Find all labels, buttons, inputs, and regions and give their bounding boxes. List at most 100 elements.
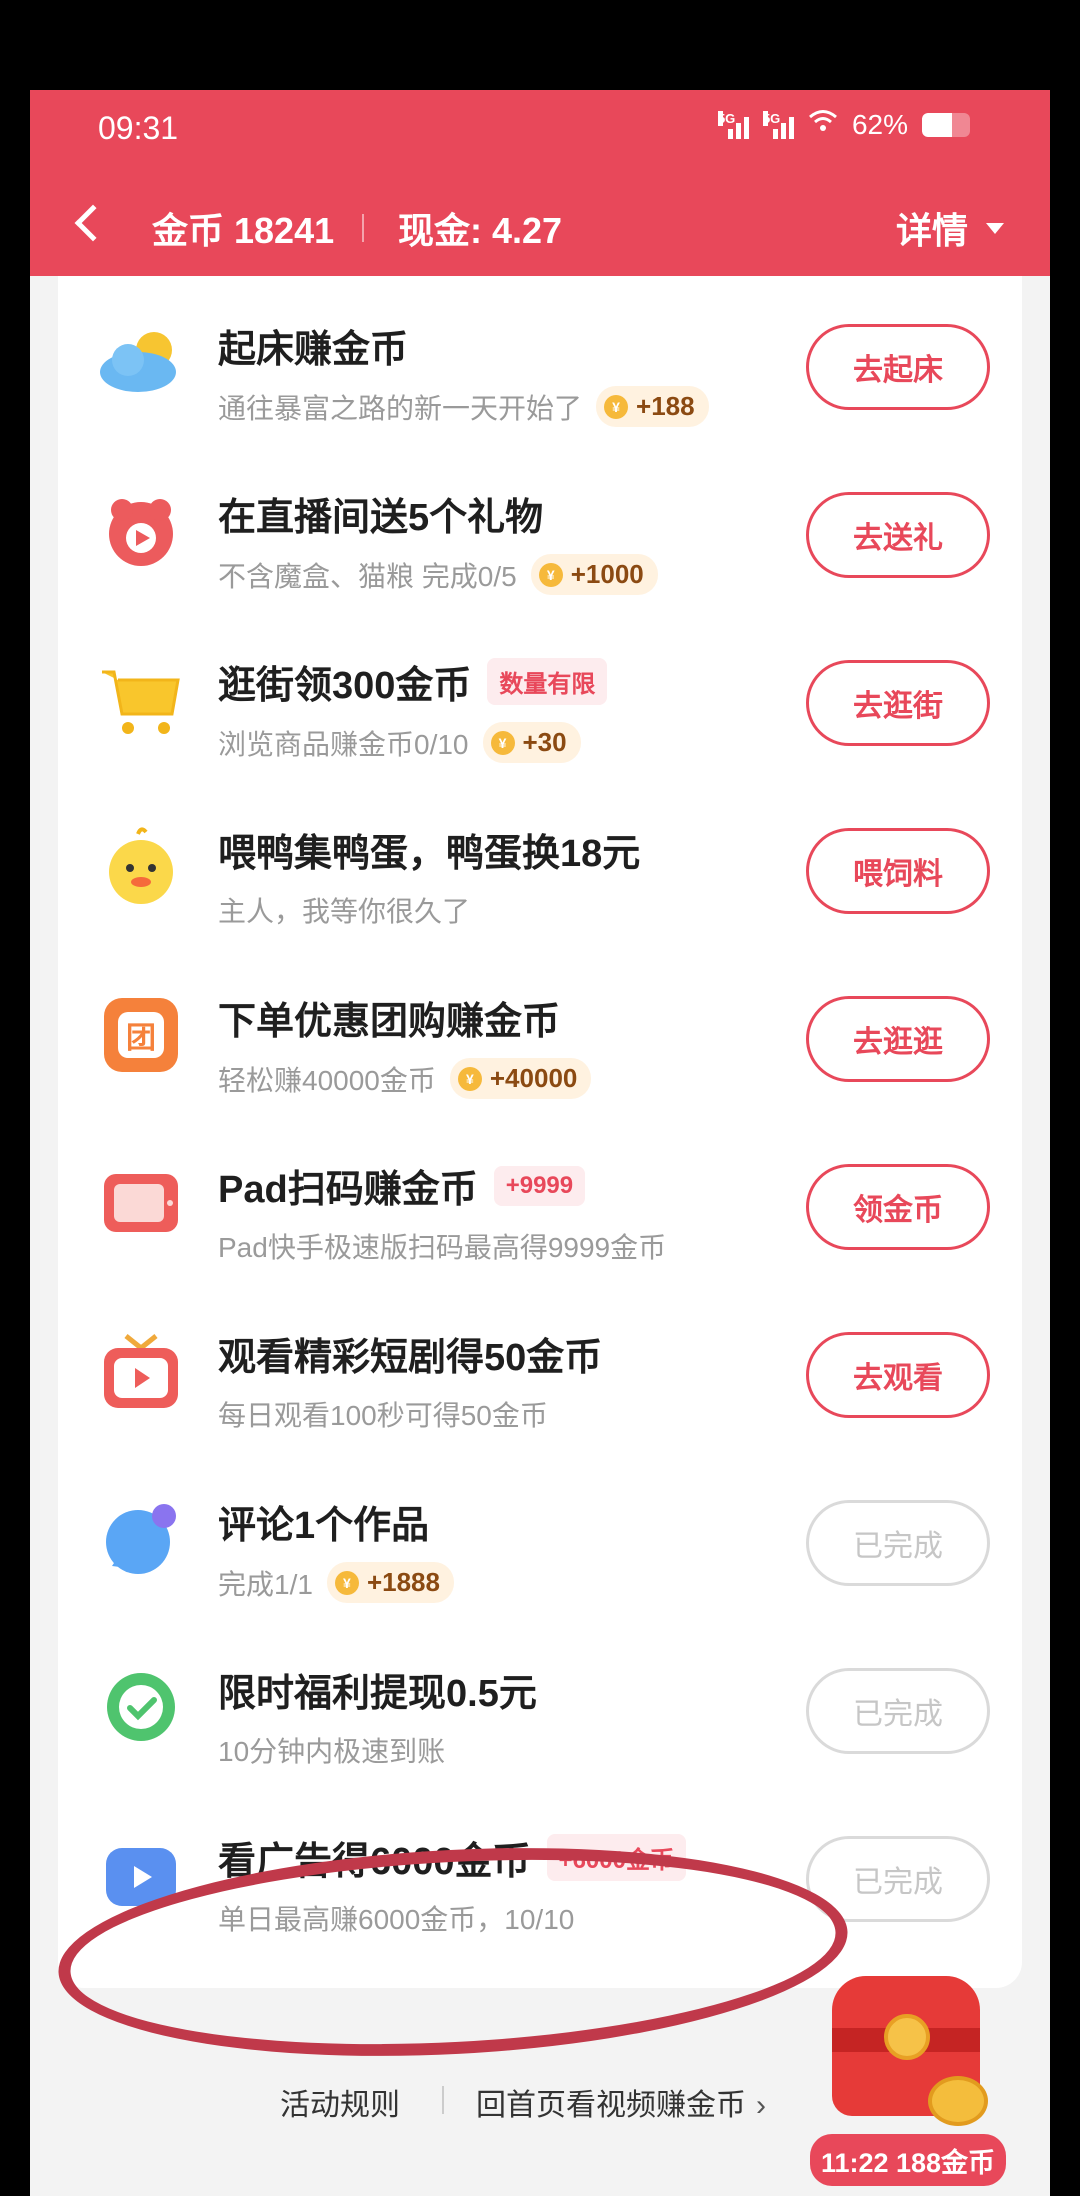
comment-bubble-icon [98, 1496, 184, 1582]
task-item: 观看精彩短剧得50金币每日观看100秒可得50金币 去观看 [58, 1284, 1022, 1452]
chest-countdown-label: 11:22 188金币 [810, 2134, 1006, 2186]
task-list: 起床赚金币 通往暴富之路的新一天开始了 ¥ +188 去起床 在直播间送5个礼物 不含魔盒、… [58, 276, 1022, 1988]
task-subtitle-row: 10分钟内极速到账 [218, 1730, 445, 1770]
task-item: 逛街领300金币 数量有限 浏览商品赚金币0/10 ¥ +30 去逛街 [58, 612, 1022, 780]
back-arrow-icon[interactable] [74, 204, 112, 242]
group-buy-icon: 团 [98, 992, 184, 1078]
top-nav: 金币 18241 现金: 4.27 详情 [30, 180, 1050, 276]
shopping-cart-icon [98, 656, 184, 742]
task-title-row: 观看精彩短剧得50金币 [218, 1326, 602, 1381]
reward-amount: +188 [636, 391, 695, 421]
task-subtitle: 10分钟内极速到账 [218, 1736, 446, 1767]
task-title: 逛街领300金币 [218, 665, 472, 707]
status-time: 09:31 [98, 110, 179, 146]
task-subtitle-row: Pad快手极速版扫码最高得9999金币 [218, 1226, 666, 1266]
video-ad-icon [98, 1832, 184, 1918]
task-subtitle: 主人，我等你很久了 [218, 896, 471, 927]
cash-balance: 现金: 4.27 [398, 210, 563, 251]
task-item: 团 下单优惠团购赚金币轻松赚40000金币 ¥ +40000 去逛逛 [58, 948, 1022, 1116]
task-subtitle: Pad快手极速版扫码最高得9999金币 [218, 1232, 667, 1263]
task-action-button[interactable]: 去送礼 [806, 492, 990, 578]
chevron-right-icon: › [756, 2089, 766, 2122]
task-title: 评论1个作品 [218, 1505, 430, 1547]
coin-icon: ¥ [457, 1066, 482, 1091]
coin-icon: ¥ [334, 1570, 359, 1595]
task-subtitle-row: 主人，我等你很久了 [218, 890, 470, 930]
task-title: 观看精彩短剧得50金币 [218, 1337, 603, 1379]
task-item: Pad扫码赚金币 +9999 Pad快手极速版扫码最高得9999金币 领金币 [58, 1116, 1022, 1284]
task-title-row: 限时福利提现0.5元 [218, 1662, 537, 1717]
reward-amount: +1000 [570, 559, 644, 589]
task-title: 在直播间送5个礼物 [218, 497, 544, 539]
coin-icon: ¥ [490, 730, 515, 755]
coin-stack-icon [928, 2076, 988, 2126]
task-action-button[interactable]: 已完成 [806, 1500, 990, 1586]
task-title: 限时福利提现0.5元 [218, 1673, 537, 1715]
coin-balance: 金币 18241 [152, 210, 335, 251]
coin-icon: ¥ [538, 562, 563, 587]
withdraw-check-icon [98, 1664, 184, 1750]
task-subtitle-row: 浏览商品赚金币0/10 ¥ +30 [218, 722, 581, 763]
home-video-link[interactable]: 回首页看视频赚金币 › [476, 2080, 766, 2124]
task-item: 限时福利提现0.5元 10分钟内极速到账 已完成 [58, 1620, 1022, 1788]
task-item: 起床赚金币通往暴富之路的新一天开始了 ¥ +188 去起床 [58, 276, 1022, 444]
treasure-chest-widget[interactable]: 11:22 188金币 [810, 1966, 1010, 2196]
reward-badge: ¥ +1888 [326, 1562, 454, 1603]
task-action-button[interactable]: 已完成 [806, 1668, 990, 1754]
task-action-button[interactable]: 去观看 [806, 1332, 990, 1418]
task-action-button[interactable]: 去逛街 [806, 660, 990, 746]
task-title-row: 喂鸭集鸭蛋，鸭蛋换18元 [218, 822, 640, 877]
task-subtitle-row: 单日最高赚6000金币，10/10 [218, 1898, 574, 1938]
task-item: 喂鸭集鸭蛋，鸭蛋换18元主人，我等你很久了 喂饲料 [58, 780, 1022, 948]
task-title: 起床赚金币 [218, 329, 409, 371]
task-action-button[interactable]: 喂饲料 [806, 828, 990, 914]
signal-icon-2: 5G [762, 110, 794, 139]
task-title-row: 评论1个作品 [218, 1494, 429, 1549]
activity-rules-link[interactable]: 活动规则 [280, 2080, 400, 2124]
task-subtitle: 轻松赚40000金币 [218, 1064, 436, 1096]
task-title-row: 下单优惠团购赚金币 [218, 990, 560, 1045]
gift-live-icon [98, 488, 184, 574]
reward-badge: ¥ +1000 [530, 554, 658, 595]
detail-label: 详情 [895, 210, 968, 251]
svg-text:团: 团 [126, 1021, 156, 1056]
task-tag: 数量有限 [487, 658, 608, 705]
task-action-button[interactable]: 已完成 [806, 1836, 990, 1922]
task-action-button[interactable]: 领金币 [806, 1164, 990, 1250]
task-subtitle: 通往暴富之路的新一天开始了 [218, 392, 583, 424]
cloud-sun-icon [98, 320, 184, 406]
nav-divider [362, 214, 364, 242]
battery-percent: 62% [851, 108, 908, 140]
reward-badge: ¥ +30 [482, 722, 581, 763]
task-item: 评论1个作品完成1/1 ¥ +1888 已完成 [58, 1452, 1022, 1620]
task-tag: +9999 [493, 1165, 586, 1206]
footer-divider [442, 2086, 444, 2114]
signal-icon: 5G [717, 110, 749, 139]
reward-badge: ¥ +40000 [449, 1058, 592, 1099]
task-subtitle: 完成1/1 [218, 1568, 313, 1600]
duck-icon [98, 824, 184, 910]
task-title-row: 在直播间送5个礼物 [218, 486, 543, 541]
task-subtitle: 每日观看100秒可得50金币 [218, 1400, 548, 1431]
task-tag: +6000金币 [546, 1834, 686, 1881]
coin-icon: ¥ [604, 394, 629, 419]
task-subtitle: 浏览商品赚金币0/10 [218, 728, 469, 760]
task-action-button[interactable]: 去起床 [806, 324, 990, 410]
task-item: 在直播间送5个礼物 不含魔盒、猫粮 完成0/5 ¥ +1000 去送礼 [58, 444, 1022, 612]
task-subtitle-row: 轻松赚40000金币 ¥ +40000 [218, 1058, 592, 1099]
home-video-label: 回首页看视频赚金币 [476, 2089, 746, 2122]
wifi-icon [808, 108, 838, 141]
task-item: 看广告得6000金币 +6000金币单日最高赚6000金币，10/10 已完成 [58, 1788, 1022, 1956]
task-action-button[interactable]: 去逛逛 [806, 996, 990, 1082]
task-subtitle-row: 不含魔盒、猫粮 完成0/5 ¥ +1000 [218, 554, 658, 595]
task-title-row: 看广告得6000金币 +6000金币 [218, 1830, 686, 1885]
detail-dropdown[interactable]: 详情 [896, 202, 1004, 254]
task-subtitle-row: 通往暴富之路的新一天开始了 ¥ +188 [218, 386, 709, 427]
caret-down-icon [986, 222, 1004, 234]
task-title: 下单优惠团购赚金币 [218, 1001, 561, 1043]
task-title: Pad扫码赚金币 [218, 1169, 478, 1211]
status-bar: 09:31 5G 5G 62% [30, 90, 1050, 180]
task-title: 喂鸭集鸭蛋，鸭蛋换18元 [218, 833, 641, 875]
task-subtitle: 单日最高赚6000金币，10/10 [218, 1904, 575, 1935]
battery-icon [922, 112, 970, 137]
